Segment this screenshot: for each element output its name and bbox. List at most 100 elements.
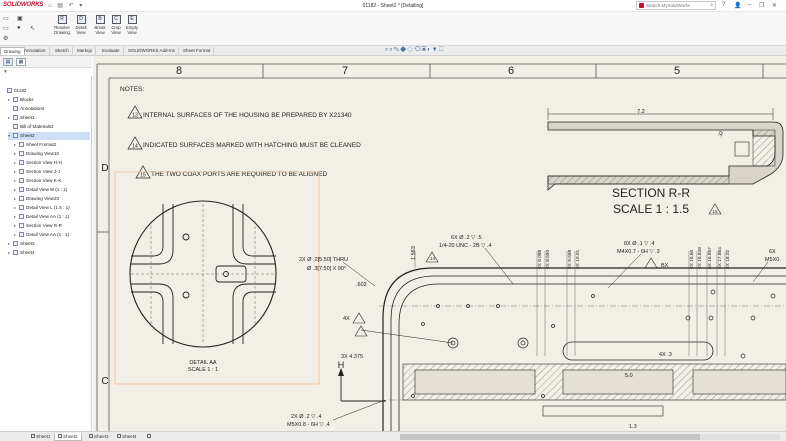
tree-node[interactable]: ▸ Detail View L (1.5 : 1): [14, 204, 90, 212]
minimize-icon[interactable]: –: [748, 2, 751, 8]
tree-node[interactable]: ▸ Sheet Format2: [14, 141, 90, 149]
tree-node-label: 01182: [14, 88, 27, 93]
callout-m5-thread-bottom: M5X0.8 - 6H ▽ .4: [287, 422, 330, 428]
callout-length-1-3: 1.3: [629, 424, 637, 430]
tab-sketch[interactable]: Sketch: [52, 47, 73, 55]
resolve-drawing-label: Resolve Drawing: [54, 25, 70, 35]
sheet-tab-sheet4[interactable]: Sheet4: [114, 433, 140, 441]
tree-node[interactable]: 01182: [2, 87, 90, 95]
tab-evaluate[interactable]: Evaluate: [99, 47, 124, 55]
tree-filter-icon[interactable]: ▼: [0, 68, 92, 76]
close-icon[interactable]: ✕: [772, 2, 777, 9]
sheet-tab-sheet3[interactable]: Sheet3: [86, 433, 112, 441]
sheet-tab-sheet2[interactable]: Sheet2: [54, 433, 82, 441]
section-note-15: 15: [712, 209, 718, 214]
scrollbar-thumb[interactable]: [400, 434, 700, 440]
callout-countersink: Ø .3[7.50] X 90°: [307, 266, 346, 272]
sheet-tab-sheet1[interactable]: Sheet1: [28, 433, 54, 441]
tab-markup[interactable]: Markup: [74, 47, 97, 55]
note-13-text: INTERNAL SURFACES OF THE HOUSING BE PREP…: [143, 112, 352, 119]
vdim-17864: 2X 17.864: [717, 247, 723, 269]
zone-col-6: 6: [508, 65, 514, 77]
tree-node[interactable]: ▸ Section View R-R: [14, 222, 90, 230]
zone-col-7: 7: [342, 65, 348, 77]
help-icon[interactable]: ?: [722, 2, 725, 8]
sheet-icon: [13, 241, 18, 246]
tab-sheet-format[interactable]: Sheet Format: [180, 47, 215, 55]
doc-icon: [7, 88, 12, 93]
callout-3x-spacing: 3X 4.375: [341, 354, 363, 360]
search-input[interactable]: [646, 2, 704, 9]
callout-length-5: 5.0: [625, 373, 633, 379]
tree-node[interactable]: ▸ Section View K-K: [14, 177, 90, 185]
feature-tree-tab-icon[interactable]: ▤: [3, 58, 13, 66]
vdim-15848: 2X 15.848: [697, 247, 703, 269]
detail-view-button[interactable]: D Detail View: [72, 15, 90, 35]
sheet-tab-label: Sheet2: [63, 434, 78, 439]
mysolidworks-icon: [639, 3, 644, 8]
tab-solidworks-add-ins[interactable]: SOLIDWORKS Add-Ins: [125, 47, 180, 55]
vdim-1802: 2X 18.02: [725, 249, 731, 269]
view-icon: [19, 205, 24, 210]
new-document-icon[interactable]: ▭: [3, 15, 9, 22]
callout-m5-thread-right: M5X0.: [765, 257, 781, 263]
maximize-icon[interactable]: ❐: [759, 2, 764, 9]
vdim-1001: 2X 10.01: [575, 249, 581, 269]
tree-node[interactable]: ▾ Sheet2: [8, 132, 90, 140]
view-icon: [19, 232, 24, 237]
note-14-text: INDICATED SURFACES MARKED WITH HATCHING …: [143, 142, 361, 149]
tree-node-label: Sheet4: [20, 250, 35, 255]
zone-row-d: D: [101, 163, 108, 174]
callout-2x-hole-bottom: 2X Ø .2 ▽ .4: [291, 414, 322, 420]
resolve-drawing-button[interactable]: R Resolve Drawing: [53, 15, 71, 35]
user-icon[interactable]: 👤: [734, 2, 741, 9]
drawing-canvas[interactable]: 8 7 6 5 D C NOTES: 13 INTERNAL SURFACES …: [93, 56, 786, 431]
sheet-icon: [13, 250, 18, 255]
empty-view-button[interactable]: E Empty View: [123, 15, 141, 35]
search-box[interactable]: ⌕: [636, 1, 716, 10]
settings-gear-icon[interactable]: ⚙: [3, 35, 8, 42]
tree-node[interactable]: ▸ Drawing View23: [14, 195, 90, 203]
open-document-icon[interactable]: ▭: [3, 25, 9, 32]
tree-node[interactable]: ▸ Detail View AA (1 : 1): [14, 213, 90, 221]
vdim-16857: 6X 16.857: [707, 247, 713, 269]
tree-node[interactable]: ▸ Section View H-H: [14, 159, 90, 167]
tree-node[interactable]: Bill of Materials2: [8, 123, 90, 131]
tree-node[interactable]: ▸ Blocks: [8, 96, 90, 104]
drawing-sheet[interactable]: 8 7 6 5 D C NOTES: 13 INTERNAL SURFACES …: [93, 56, 786, 431]
tree-node-label: Sheet2: [20, 133, 35, 138]
tree-node[interactable]: ▸ Drawing View10: [14, 150, 90, 158]
tree-node[interactable]: ▸ Sheet4: [8, 249, 90, 257]
command-tabs: Drawing Annotation Sketch Markup Evaluat…: [0, 46, 786, 56]
tree-node-label: Detail View AA (1 : 1): [26, 214, 70, 219]
section-dim-width: 7.2: [637, 109, 645, 115]
zone-col-5: 5: [674, 65, 680, 77]
tree-node[interactable]: ▸ Section View J-J: [14, 168, 90, 176]
tree-node[interactable]: ▸ Detail View M (1 : 1): [14, 186, 90, 194]
view-icon: [19, 160, 24, 165]
tree-node[interactable]: ▸ Sheet3: [8, 240, 90, 248]
callout-4x: 4X: [343, 316, 350, 322]
property-manager-tab-icon[interactable]: ▦: [16, 58, 26, 66]
rebuild-icon[interactable]: ●: [17, 25, 21, 31]
tree-node[interactable]: ▸ Detail View AA (1 : 1): [14, 231, 90, 239]
tree-node-label: Detail View L (1.5 : 1): [26, 205, 70, 210]
add-sheet-icon[interactable]: [144, 433, 155, 441]
folder-icon: [13, 97, 18, 102]
heads-up-view-toolbar[interactable]: ⌕⌕✎◆◇⟲▣◐▼⬚: [385, 47, 444, 54]
section-r-r-hatch-right: [752, 129, 776, 167]
section-r-r-title: SECTION R-R: [612, 186, 690, 200]
horizontal-scrollbar[interactable]: [400, 434, 780, 440]
tree-node[interactable]: Annotations: [8, 105, 90, 113]
print-icon[interactable]: ▣: [17, 15, 23, 22]
crop-view-icon: C: [111, 15, 121, 24]
select-icon[interactable]: ↖: [30, 25, 35, 32]
sheet-tab-label: Sheet4: [122, 434, 137, 439]
callout-unc-thread: 1/4-20 UNC - 2B ▽ .4: [439, 243, 492, 249]
search-icon[interactable]: ⌕: [710, 2, 713, 8]
feature-manager-panel: ▤ ▦ ▼ 01182 ▸ Blocks Annotations ▸ Sheet1 Bill…: [0, 56, 92, 431]
tab-annotation[interactable]: Annotation: [21, 47, 50, 55]
tree-node[interactable]: ▸ Sheet1: [8, 114, 90, 122]
section-r-r-scale: SCALE 1 : 1.5: [613, 202, 689, 216]
vdim-8088: 2X 8.088: [537, 249, 543, 269]
